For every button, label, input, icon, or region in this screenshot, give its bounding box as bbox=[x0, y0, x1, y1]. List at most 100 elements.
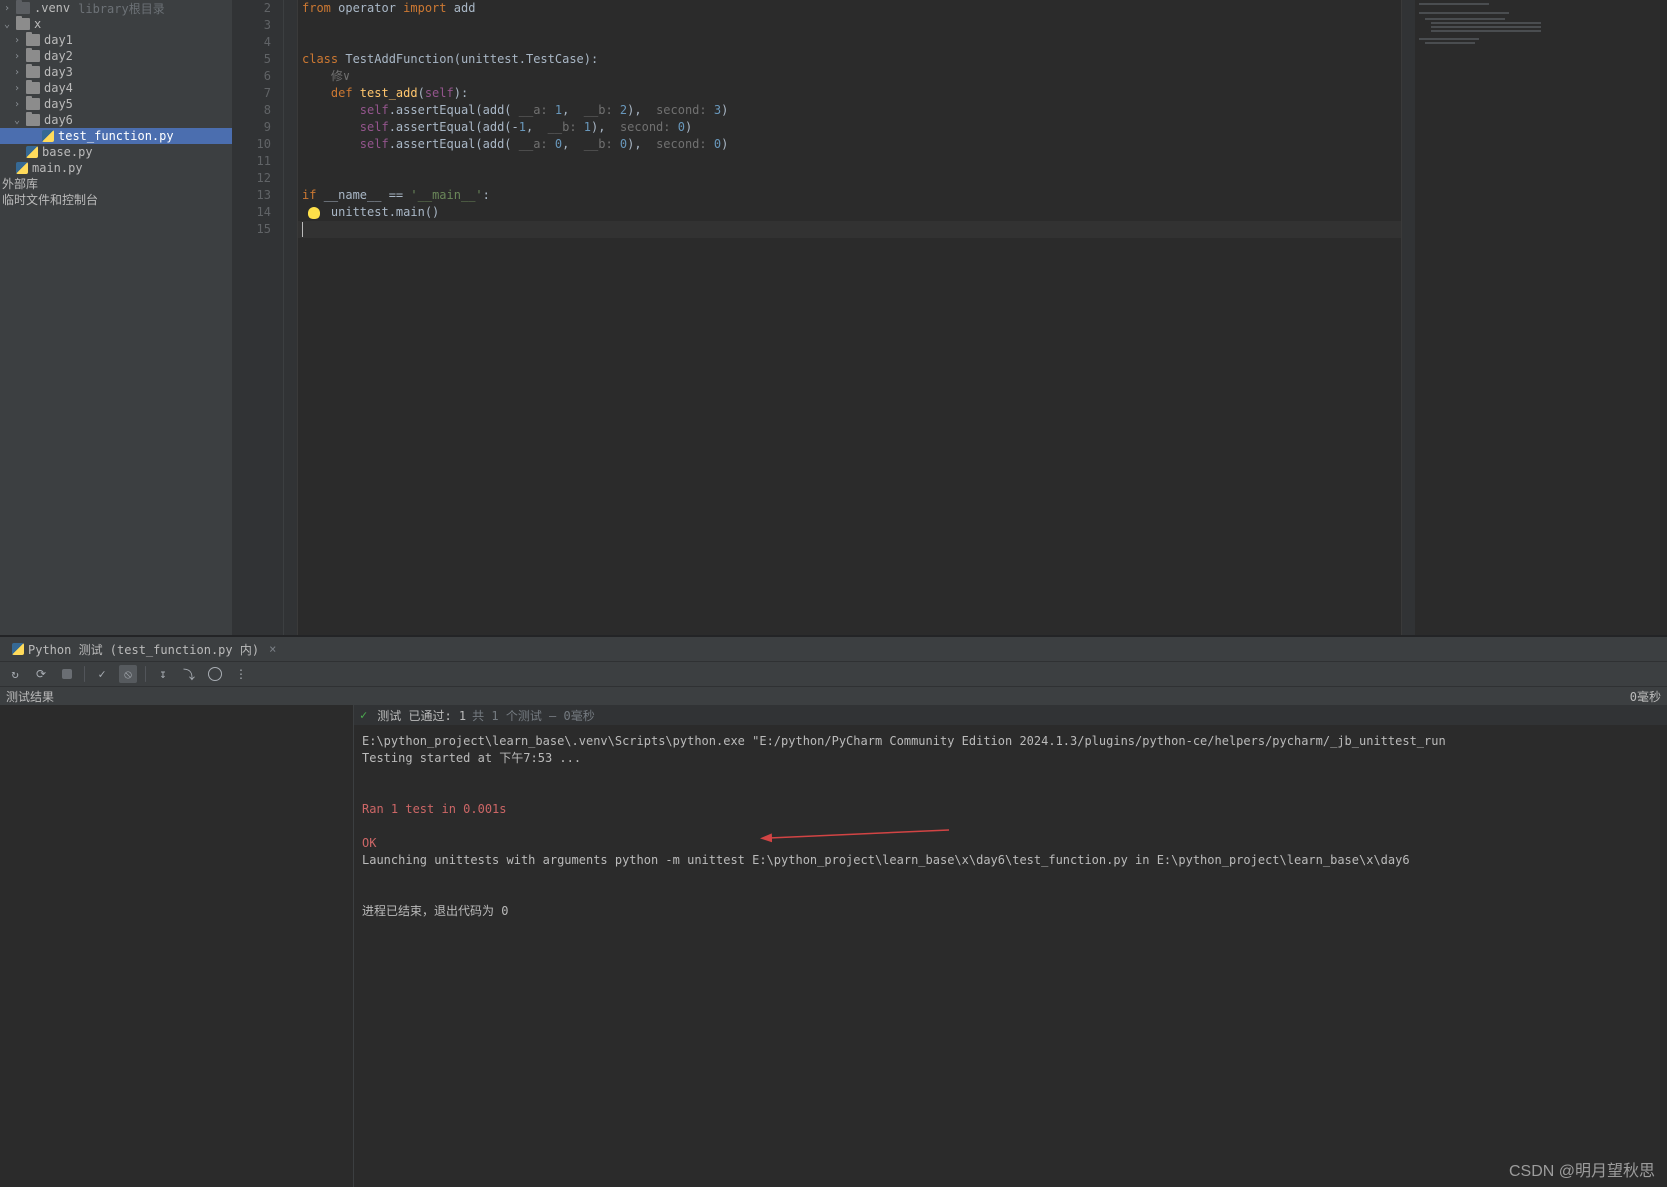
show-passed-icon[interactable]: ✓ bbox=[93, 665, 111, 683]
tree-label: day5 bbox=[44, 96, 73, 112]
chevron-right-icon: › bbox=[12, 99, 22, 110]
code-text[interactable]: from operator import add class TestAddFu… bbox=[298, 0, 1401, 221]
passed-suffix: 共 1 个测试 – 0毫秒 bbox=[472, 707, 595, 724]
sort-icon[interactable]: ↧ bbox=[154, 665, 172, 683]
line-number[interactable]: 7 bbox=[232, 85, 283, 102]
chevron-right-icon: › bbox=[2, 3, 12, 14]
line-number[interactable]: 10 bbox=[232, 136, 283, 153]
results-label: 测试结果 bbox=[6, 688, 54, 705]
tree-label: day3 bbox=[44, 64, 73, 80]
python-file-icon bbox=[26, 146, 38, 158]
tree-item-external-libs[interactable]: 外部库 bbox=[0, 176, 232, 192]
run-tab-bar[interactable]: Python 测试 (test_function.py 内) × bbox=[0, 637, 1667, 661]
tree-item-test-function[interactable]: › test_function.py bbox=[0, 128, 232, 144]
tree-label: day2 bbox=[44, 48, 73, 64]
line-number[interactable]: 8 bbox=[232, 102, 283, 119]
folder-icon bbox=[26, 34, 40, 46]
tree-item-day3[interactable]: › day3 bbox=[0, 64, 232, 80]
tree-item-base[interactable]: › base.py bbox=[0, 144, 232, 160]
minimap[interactable] bbox=[1415, 0, 1667, 635]
folder-icon bbox=[26, 82, 40, 94]
rerun-icon[interactable]: ↻ bbox=[6, 665, 24, 683]
tree-label: x bbox=[34, 16, 41, 32]
passed-text: 测试 已通过: 1 bbox=[377, 707, 466, 724]
line-number[interactable]: 11 bbox=[232, 153, 283, 170]
history-icon[interactable] bbox=[206, 665, 224, 683]
tree-item-day6[interactable]: ⌄ day6 bbox=[0, 112, 232, 128]
line-number[interactable]: 4 bbox=[232, 34, 283, 51]
run-tab-label: Python 测试 (test_function.py 内) bbox=[28, 641, 259, 658]
expand-icon[interactable]: ⤵ bbox=[180, 665, 198, 683]
results-header[interactable]: 测试结果 0毫秒 bbox=[0, 687, 1667, 705]
line-number[interactable]: 2 bbox=[232, 0, 283, 17]
folder-icon bbox=[16, 18, 30, 30]
chevron-right-icon: › bbox=[12, 67, 22, 78]
folder-icon bbox=[16, 2, 30, 14]
python-file-icon bbox=[12, 643, 24, 655]
caret bbox=[302, 222, 303, 237]
chevron-right-icon: › bbox=[12, 51, 22, 62]
gutter[interactable]: 2 3 4 5 6 7 8 9 10 11 12 13 14 15 bbox=[232, 0, 284, 635]
line-number[interactable]: 5 bbox=[232, 51, 283, 68]
tree-label: day4 bbox=[44, 80, 73, 96]
separator bbox=[145, 666, 146, 682]
test-toolbar[interactable]: ↻ ⟳ ✓ ⦸ ↧ ⤵ ⋮ bbox=[0, 661, 1667, 687]
console-output[interactable]: E:\python_project\learn_base\.venv\Scrip… bbox=[354, 725, 1667, 1187]
chevron-down-icon: ⌄ bbox=[2, 19, 12, 30]
run-tool-window[interactable]: Python 测试 (test_function.py 内) × ↻ ⟳ ✓ ⦸… bbox=[0, 635, 1667, 1187]
tree-label: base.py bbox=[42, 144, 93, 160]
tree-item-day5[interactable]: › day5 bbox=[0, 96, 232, 112]
more-icon[interactable]: ⋮ bbox=[232, 665, 250, 683]
folder-icon bbox=[26, 50, 40, 62]
python-file-icon bbox=[16, 162, 28, 174]
line-number[interactable]: 9 bbox=[232, 119, 283, 136]
tree-item-day1[interactable]: › day1 bbox=[0, 32, 232, 48]
line-number[interactable]: 3 bbox=[232, 17, 283, 34]
tree-label: 外部库 bbox=[2, 176, 38, 192]
line-number[interactable]: 6 bbox=[232, 68, 283, 85]
error-stripe[interactable] bbox=[1401, 0, 1415, 635]
editor[interactable]: 2 3 4 5 6 7 8 9 10 11 12 13 14 15 from o bbox=[232, 0, 1667, 635]
rerun-failed-icon[interactable]: ⟳ bbox=[32, 665, 50, 683]
code-area[interactable]: from operator import add class TestAddFu… bbox=[298, 0, 1401, 635]
check-icon bbox=[360, 708, 371, 722]
line-number[interactable]: 13 bbox=[232, 187, 283, 204]
tree-label: test_function.py bbox=[58, 128, 174, 144]
tree-item-x[interactable]: ⌄ x bbox=[0, 16, 232, 32]
folder-icon bbox=[26, 98, 40, 110]
tree-hint: library根目录 bbox=[78, 0, 165, 17]
chevron-down-icon: ⌄ bbox=[12, 115, 22, 126]
annotation-arrow-icon bbox=[759, 820, 959, 850]
tree-label: .venv bbox=[34, 0, 70, 16]
fold-gutter[interactable] bbox=[284, 0, 298, 635]
tree-label: 临时文件和控制台 bbox=[2, 192, 98, 208]
test-summary: 测试 已通过: 1 共 1 个测试 – 0毫秒 bbox=[354, 705, 1667, 725]
console[interactable]: 测试 已通过: 1 共 1 个测试 – 0毫秒 E:\python_projec… bbox=[354, 705, 1667, 1187]
close-icon[interactable]: × bbox=[263, 642, 276, 656]
intention-bulb-icon[interactable] bbox=[308, 207, 320, 219]
chevron-right-icon: › bbox=[12, 83, 22, 94]
run-tab[interactable]: Python 测试 (test_function.py 内) × bbox=[6, 638, 282, 661]
tree-label: day6 bbox=[44, 112, 73, 128]
tree-item-venv[interactable]: › .venv library根目录 bbox=[0, 0, 232, 16]
tree-label: day1 bbox=[44, 32, 73, 48]
folder-icon bbox=[26, 66, 40, 78]
current-line-highlight bbox=[298, 221, 1401, 238]
tree-item-scratches[interactable]: 临时文件和控制台 bbox=[0, 192, 232, 208]
separator bbox=[84, 666, 85, 682]
stop-icon[interactable] bbox=[58, 665, 76, 683]
chevron-right-icon: › bbox=[12, 35, 22, 46]
watermark: CSDN @明月望秋思 bbox=[1509, 1157, 1655, 1181]
line-number[interactable]: 12 bbox=[232, 170, 283, 187]
tree-item-main[interactable]: › main.py bbox=[0, 160, 232, 176]
tree-label: main.py bbox=[32, 160, 83, 176]
line-number[interactable]: 14 bbox=[232, 204, 283, 221]
line-number[interactable]: 15 bbox=[232, 221, 283, 238]
tree-item-day2[interactable]: › day2 bbox=[0, 48, 232, 64]
tree-item-day4[interactable]: › day4 bbox=[0, 80, 232, 96]
results-time: 0毫秒 bbox=[1630, 688, 1661, 705]
project-tree[interactable]: › .venv library根目录 ⌄ x › day1 › day2 bbox=[0, 0, 232, 635]
folder-icon bbox=[26, 114, 40, 126]
show-ignored-icon[interactable]: ⦸ bbox=[119, 665, 137, 683]
test-tree[interactable] bbox=[0, 705, 354, 1187]
